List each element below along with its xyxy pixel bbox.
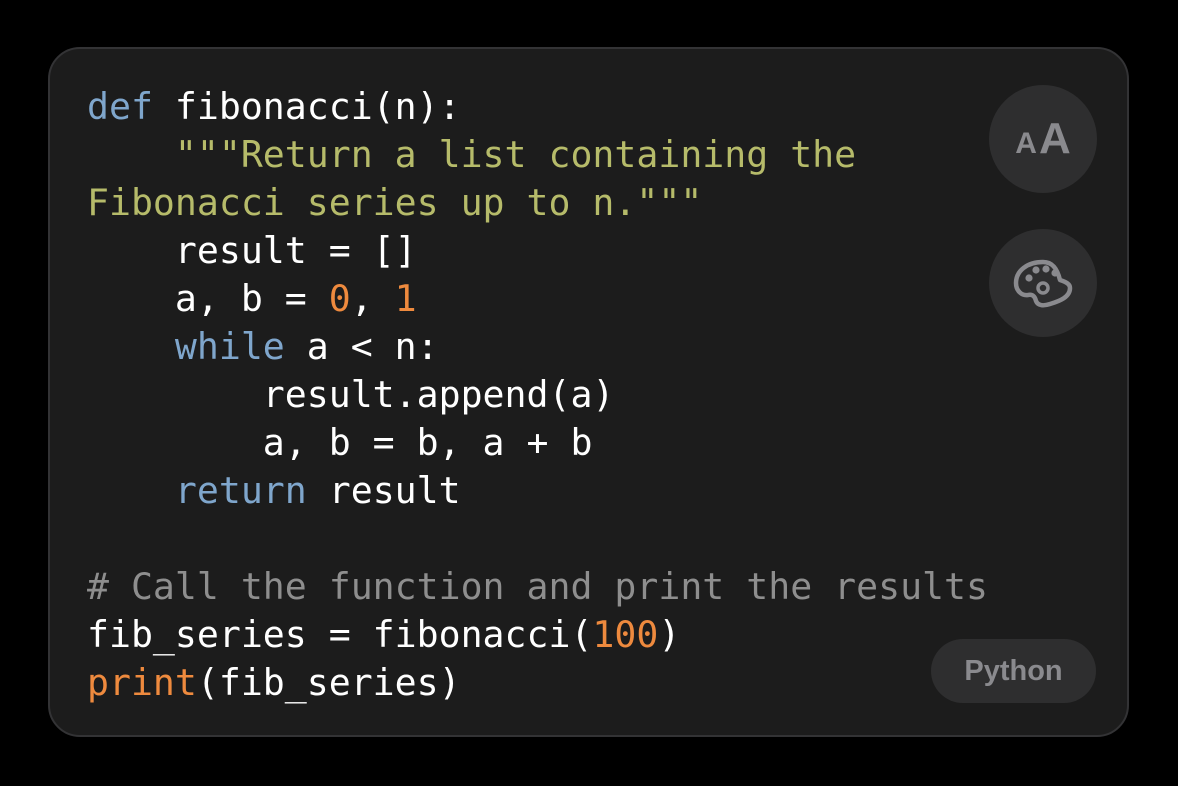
code-line: Fibonacci series up to n.""" <box>87 179 988 227</box>
code-line: def fibonacci(n): <box>87 83 988 131</box>
code-block[interactable]: def fibonacci(n): """Return a list conta… <box>87 83 988 707</box>
code-token: def <box>87 85 153 128</box>
code-card: def fibonacci(n): """Return a list conta… <box>48 47 1129 737</box>
code-line: """Return a list containing the <box>87 131 988 179</box>
text-size-icon: AA <box>1015 114 1071 163</box>
code-token: result <box>306 469 461 512</box>
code-token: fib_series = fibonacci( <box>87 613 593 656</box>
code-line: result = [] <box>87 227 988 275</box>
code-line: # Call the function and print the result… <box>87 563 988 611</box>
code-token: (fib_series) <box>196 661 461 704</box>
code-token: while <box>174 325 285 368</box>
code-token: a, b = <box>87 277 329 320</box>
code-token: fibonacci(n): <box>152 85 461 128</box>
code-token: 0 <box>328 277 351 320</box>
code-token: print <box>87 661 197 704</box>
code-token: 1 <box>394 277 417 320</box>
code-line: return result <box>87 467 988 515</box>
code-line: result.append(a) <box>87 371 988 419</box>
code-token: result.append(a) <box>87 373 615 416</box>
code-token: , <box>350 277 395 320</box>
code-line: fib_series = fibonacci(100) <box>87 611 988 659</box>
code-token: 100 <box>592 613 659 656</box>
code-token: a < n: <box>284 325 439 368</box>
code-line: a, b = 0, 1 <box>87 275 988 323</box>
code-token: Fibonacci series up to n.""" <box>87 181 703 224</box>
code-line: while a < n: <box>87 323 988 371</box>
code-token: result = [] <box>87 229 417 272</box>
code-line: print(fib_series) <box>87 659 988 707</box>
palette-icon <box>1013 259 1073 308</box>
language-badge: Python <box>931 639 1096 703</box>
code-token: a, b = b, a + b <box>87 421 593 464</box>
font-size-button[interactable]: AA <box>989 85 1097 193</box>
code-token: """Return a list containing the <box>87 133 857 176</box>
theme-button[interactable] <box>989 229 1097 337</box>
code-token: ) <box>658 613 681 656</box>
code-line: a, b = b, a + b <box>87 419 988 467</box>
code-token: return <box>174 469 307 512</box>
code-token: # Call the function and print the result… <box>87 565 988 608</box>
